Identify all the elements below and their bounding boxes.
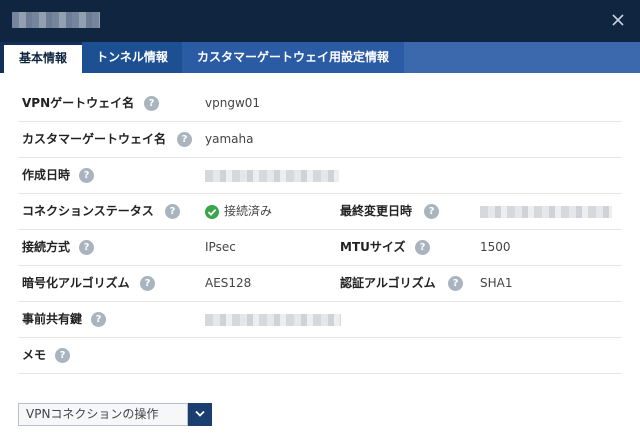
encryption-algorithm-label: 暗号化アルゴリズム <box>22 276 130 290</box>
last-modified-label: 最終変更日時 <box>340 204 413 218</box>
dialog-title-redacted <box>12 12 100 28</box>
close-button[interactable] <box>606 8 630 32</box>
help-icon[interactable]: ? <box>55 348 70 363</box>
pre-shared-key-value-redacted <box>205 314 341 326</box>
mtu-size-label: MTUサイズ <box>340 240 406 254</box>
help-icon[interactable]: ? <box>144 96 159 111</box>
row-customer-gateway-name: カスタマーゲートウェイ名 ? yamaha <box>18 122 622 158</box>
help-icon[interactable]: ? <box>177 132 192 147</box>
row-created-at: 作成日時 ? <box>18 158 622 194</box>
help-icon[interactable]: ? <box>165 204 180 219</box>
auth-algorithm-label: 認証アルゴリズム <box>340 276 436 290</box>
created-at-label: 作成日時 <box>22 168 71 182</box>
vpn-connection-actions: VPNコネクションの操作 <box>18 403 212 426</box>
row-encryption-algorithm: 暗号化アルゴリズム ? AES128 認証アルゴリズム ? SHA1 <box>18 266 622 302</box>
help-icon[interactable]: ? <box>140 276 155 291</box>
auth-algorithm-value: SHA1 <box>480 276 513 290</box>
vpn-gateway-name-label: VPNゲートウェイ名 <box>22 96 135 110</box>
row-vpn-gateway-name: VPNゲートウェイ名 ? vpngw01 <box>18 86 622 122</box>
chevron-down-icon <box>195 410 205 417</box>
memo-label: メモ <box>22 348 47 362</box>
tab-bar: 基本情報 トンネル情報 カスタマーゲートウェイ用設定情報 <box>0 42 640 73</box>
row-connection-method: 接続方式 ? IPsec MTUサイズ ? 1500 <box>18 230 622 266</box>
customer-gateway-name-label: カスタマーゲートウェイ名 <box>22 132 167 146</box>
connection-method-label: 接続方式 <box>22 240 71 254</box>
tab-customer-gateway-config[interactable]: カスタマーゲートウェイ用設定情報 <box>182 42 404 73</box>
last-modified-value-redacted <box>480 206 612 218</box>
customer-gateway-name-value: yamaha <box>205 132 254 146</box>
vpn-connection-actions-dropdown[interactable]: VPNコネクションの操作 <box>18 403 188 426</box>
details-table: VPNゲートウェイ名 ? vpngw01 カスタマーゲートウェイ名 ? yama… <box>18 86 622 374</box>
connection-status-value: 接続済み <box>224 204 273 218</box>
close-icon <box>612 14 624 26</box>
created-at-value-redacted <box>205 170 339 182</box>
tab-tunnel-info[interactable]: トンネル情報 <box>82 42 182 73</box>
help-icon[interactable]: ? <box>79 168 94 183</box>
tab-bar-filler <box>404 42 640 73</box>
connection-status-label: コネクションステータス <box>22 204 154 218</box>
help-icon[interactable]: ? <box>448 276 463 291</box>
row-connection-status: コネクションステータス ? 接続済み 最終変更日時 ? <box>18 194 622 230</box>
row-pre-shared-key: 事前共有鍵 ? <box>18 302 622 338</box>
actions-dropdown-toggle[interactable] <box>188 403 212 426</box>
vpn-gateway-name-value: vpngw01 <box>205 96 261 110</box>
help-icon[interactable]: ? <box>79 240 94 255</box>
tab-basic-info[interactable]: 基本情報 <box>4 45 82 73</box>
encryption-algorithm-value: AES128 <box>205 276 252 290</box>
help-icon[interactable]: ? <box>91 312 106 327</box>
check-circle-icon <box>205 205 219 219</box>
mtu-size-value: 1500 <box>480 240 511 254</box>
help-icon[interactable]: ? <box>424 204 439 219</box>
row-memo: メモ ? <box>18 338 622 374</box>
dialog-titlebar <box>0 0 640 42</box>
pre-shared-key-label: 事前共有鍵 <box>22 312 83 326</box>
help-icon[interactable]: ? <box>415 240 430 255</box>
connection-method-value: IPsec <box>205 240 236 254</box>
